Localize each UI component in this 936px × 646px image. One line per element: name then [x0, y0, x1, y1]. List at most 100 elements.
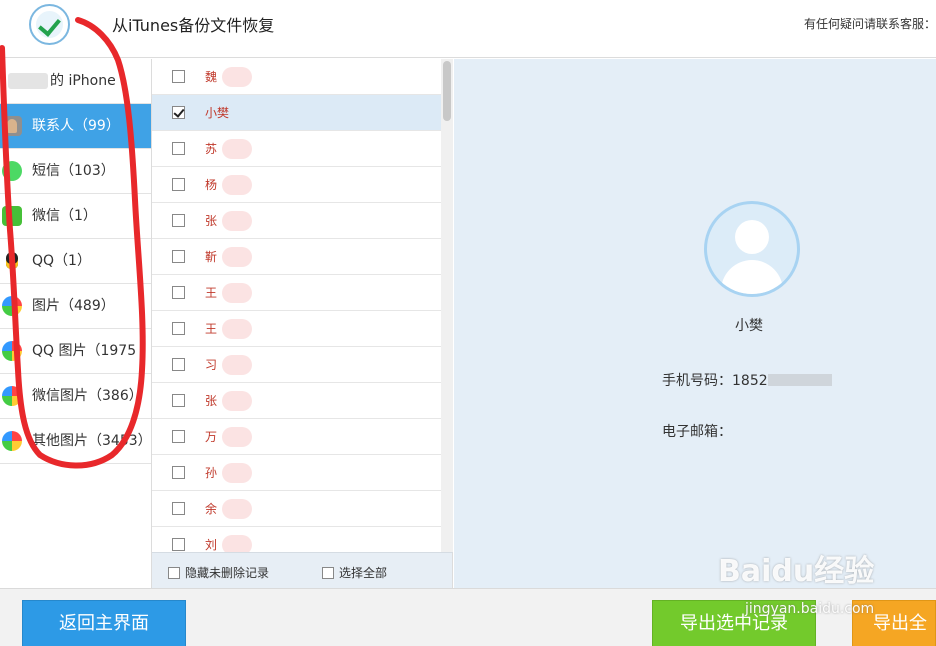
sidebar-item-qq[interactable]: QQ（1） — [0, 239, 151, 284]
messages-icon — [2, 161, 22, 181]
sidebar-item-wechat[interactable]: 微信（1） — [0, 194, 151, 239]
sidebar-item-label: 图片（489） — [32, 298, 115, 314]
contact-name: 小樊 — [205, 106, 230, 120]
device-name-blur — [8, 73, 48, 89]
wechat-icon — [2, 206, 22, 226]
row-checkbox[interactable] — [172, 142, 185, 155]
list-scrollbar[interactable] — [441, 59, 453, 552]
redaction-blur — [222, 67, 252, 87]
redaction-blur — [222, 211, 252, 231]
qq-photos-icon — [2, 341, 22, 361]
contact-name: 杨 — [205, 178, 218, 192]
row-checkbox[interactable] — [172, 250, 185, 263]
device-name: 的 iPhone — [0, 59, 151, 104]
contact-name: 刘 — [205, 538, 218, 552]
category-sidebar: 的 iPhone 联系人（99） 短信（103） 微信（1） QQ（1） 图片（… — [0, 59, 152, 588]
contact-name: 王 — [205, 322, 218, 336]
contact-row[interactable]: 靳 — [152, 239, 452, 275]
redaction-blur — [222, 463, 252, 483]
support-text: 有任何疑问请联系客服： — [803, 17, 936, 31]
redaction-blur — [222, 283, 252, 303]
contact-name: 魏 — [205, 70, 218, 84]
sidebar-item-label: 微信（1） — [32, 208, 97, 224]
device-label: 的 iPhone — [50, 73, 116, 89]
avatar — [704, 201, 800, 297]
contact-name: 余 — [205, 502, 218, 516]
contact-row[interactable]: 杨 — [152, 167, 452, 203]
sidebar-item-label: 联系人（99） — [32, 118, 120, 134]
row-checkbox[interactable] — [172, 106, 185, 119]
sidebar-item-label: 短信（103） — [32, 163, 115, 179]
row-checkbox[interactable] — [172, 394, 185, 407]
sidebar-item-photos[interactable]: 图片（489） — [0, 284, 151, 329]
contact-row[interactable]: 万 — [152, 419, 452, 455]
detail-contact-name: 小樊 — [735, 318, 763, 334]
row-checkbox[interactable] — [172, 538, 185, 551]
contact-name: 王 — [205, 286, 218, 300]
contact-row[interactable]: 小樊 — [152, 95, 452, 131]
contacts-icon — [2, 116, 22, 136]
redaction-blur — [222, 319, 252, 339]
phone-field: 手机号码：1852 — [662, 370, 832, 390]
redaction-blur — [222, 355, 252, 375]
sidebar-item-wechat-photos[interactable]: 微信图片（386） — [0, 374, 151, 419]
sidebar-item-messages[interactable]: 短信（103） — [0, 149, 151, 194]
select-all-checkbox[interactable] — [322, 567, 334, 579]
qq-icon — [2, 251, 22, 271]
app-logo-icon — [29, 4, 70, 45]
wechat-photos-icon — [2, 386, 22, 406]
redaction-blur — [222, 499, 252, 519]
redaction-blur — [222, 175, 252, 195]
row-checkbox[interactable] — [172, 70, 185, 83]
row-checkbox[interactable] — [172, 322, 185, 335]
contact-list: 魏 小樊 苏 杨 张 靳 王 王 习 张 万 孙 余 刘 — [152, 59, 453, 552]
email-label: 电子邮箱： — [662, 424, 732, 440]
redaction-blur — [222, 139, 252, 159]
contact-name: 习 — [205, 358, 218, 372]
contact-row[interactable]: 张 — [152, 383, 452, 419]
contact-row[interactable]: 刘 — [152, 527, 452, 552]
phone-value: 1852 — [732, 373, 768, 389]
bottom-toolbar: 返回主界面 导出选中记录 导出全 — [0, 588, 936, 646]
select-all-label: 选择全部 — [339, 566, 388, 580]
photos-icon — [2, 296, 22, 316]
sidebar-item-contacts[interactable]: 联系人（99） — [0, 104, 151, 149]
email-field: 电子邮箱： — [662, 421, 732, 441]
row-checkbox[interactable] — [172, 502, 185, 515]
row-checkbox[interactable] — [172, 286, 185, 299]
row-checkbox[interactable] — [172, 214, 185, 227]
row-checkbox[interactable] — [172, 430, 185, 443]
contact-row[interactable]: 王 — [152, 311, 452, 347]
contact-row[interactable]: 魏 — [152, 59, 452, 95]
select-all-option[interactable]: 选择全部 — [322, 564, 387, 581]
other-photos-icon — [2, 431, 22, 451]
sidebar-item-other-photos[interactable]: 其他图片（3453） — [0, 419, 151, 464]
sidebar-item-label: 其他图片（3453） — [32, 433, 151, 449]
row-checkbox[interactable] — [172, 358, 185, 371]
hide-undeleted-option[interactable]: 隐藏未删除记录 — [168, 564, 269, 581]
row-checkbox[interactable] — [172, 178, 185, 191]
contact-row[interactable]: 孙 — [152, 455, 452, 491]
contact-row[interactable]: 余 — [152, 491, 452, 527]
list-footer: 隐藏未删除记录 选择全部 — [152, 552, 453, 588]
contact-row[interactable]: 王 — [152, 275, 452, 311]
contact-row[interactable]: 苏 — [152, 131, 452, 167]
contact-name: 张 — [205, 394, 218, 408]
redaction-blur — [222, 427, 252, 447]
row-checkbox[interactable] — [172, 466, 185, 479]
redaction-blur — [222, 247, 252, 267]
contact-name: 万 — [205, 430, 218, 444]
scrollbar-thumb[interactable] — [443, 61, 451, 121]
contact-row[interactable]: 习 — [152, 347, 452, 383]
export-all-button[interactable]: 导出全 — [852, 600, 936, 646]
hide-undeleted-checkbox[interactable] — [168, 567, 180, 579]
sidebar-item-label: QQ 图片（1975 — [32, 343, 137, 359]
contact-name: 孙 — [205, 466, 218, 480]
export-selected-button[interactable]: 导出选中记录 — [652, 600, 816, 646]
back-to-main-button[interactable]: 返回主界面 — [22, 600, 186, 646]
contact-name: 苏 — [205, 142, 218, 156]
phone-label: 手机号码： — [662, 373, 732, 389]
sidebar-item-qq-photos[interactable]: QQ 图片（1975 — [0, 329, 151, 374]
contact-name: 张 — [205, 214, 218, 228]
contact-row[interactable]: 张 — [152, 203, 452, 239]
